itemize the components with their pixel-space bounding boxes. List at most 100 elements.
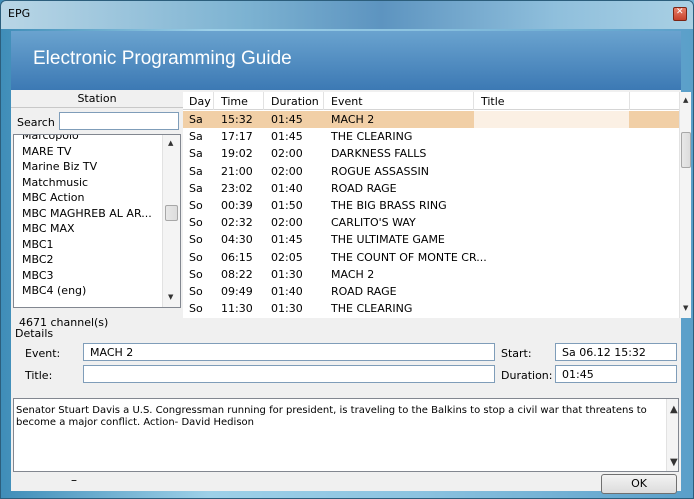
scroll-up-icon[interactable]: ▲ xyxy=(683,96,688,104)
status-dash: – xyxy=(71,473,77,487)
window-title: EPG xyxy=(8,7,31,20)
scroll-down-icon[interactable]: ▼ xyxy=(670,457,693,469)
station-list-item[interactable]: MBC3 xyxy=(22,269,54,282)
title-bar[interactable]: EPG ✕ xyxy=(1,1,693,29)
station-list-item[interactable]: MBC4 (eng) xyxy=(22,284,86,297)
cell-day: Sa xyxy=(189,113,203,126)
scroll-up-icon[interactable]: ▲ xyxy=(670,404,693,416)
table-row[interactable]: Sa 19:02 02:00 DARKNESS FALLS xyxy=(183,145,679,162)
cell-duration: 01:45 xyxy=(271,233,303,247)
cell-day: So xyxy=(189,302,203,316)
table-row[interactable]: So 11:30 01:30 THE CLEARING xyxy=(183,300,679,317)
cell-duration: 01:40 xyxy=(271,285,303,298)
cell-day: So xyxy=(189,250,203,264)
cell-day: Sa xyxy=(189,164,203,178)
cell-duration: 02:00 xyxy=(271,216,303,230)
duration-field[interactable]: 01:45 xyxy=(555,365,677,383)
close-icon: ✕ xyxy=(676,7,684,17)
banner: Electronic Programming Guide xyxy=(11,31,681,90)
cell-day: Sa xyxy=(189,147,203,161)
cell-day: So xyxy=(189,216,203,230)
ok-button[interactable]: OK xyxy=(601,474,677,494)
station-list-item[interactable]: MBC2 xyxy=(22,253,54,266)
scroll-up-icon[interactable]: ▲ xyxy=(168,139,173,147)
table-row[interactable]: Sa 23:02 01:40 ROAD RAGE xyxy=(183,180,679,197)
station-list-scrollbar[interactable]: ▲ ▼ xyxy=(162,135,180,307)
table-header: Day Time Duration Event Title xyxy=(183,92,679,110)
scroll-down-icon[interactable]: ▼ xyxy=(168,293,173,301)
cell-event: THE BIG BRASS RING xyxy=(331,199,447,212)
cell-event: THE CLEARING xyxy=(331,130,413,144)
table-row[interactable]: So 08:22 01:30 MACH 2 xyxy=(183,266,679,283)
col-duration[interactable]: Duration xyxy=(271,95,319,108)
table-row[interactable]: So 09:49 01:40 ROAD RAGE xyxy=(183,283,679,300)
cell-day: So xyxy=(189,233,203,247)
cell-time: 21:00 xyxy=(221,164,253,178)
station-list-item[interactable]: Marine Biz TV xyxy=(22,160,97,173)
cell-event: ROAD RAGE xyxy=(331,285,397,298)
station-list-item[interactable]: MBC1 xyxy=(22,238,54,251)
cell-event: DARKNESS FALLS xyxy=(331,147,427,161)
cell-event: THE CLEARING xyxy=(331,302,413,316)
column-divider xyxy=(629,92,630,110)
description-text: Senator Stuart Davis a U.S. Congressman … xyxy=(16,405,647,428)
cell-time: 02:32 xyxy=(221,216,253,230)
cell-duration: 01:30 xyxy=(271,302,303,316)
col-title[interactable]: Title xyxy=(481,95,505,108)
search-input[interactable] xyxy=(59,112,179,130)
event-field[interactable]: MACH 2 xyxy=(83,343,495,361)
description-scrollbar[interactable]: ▲ ▼ xyxy=(666,399,678,471)
column-divider xyxy=(213,92,214,110)
cell-day: So xyxy=(189,267,203,281)
table-row[interactable]: So 06:15 02:05 THE COUNT OF MONTE CR... xyxy=(183,249,679,266)
cell-event: ROGUE ASSASSIN xyxy=(331,164,429,178)
close-button[interactable]: ✕ xyxy=(673,7,687,21)
table-scrollbar[interactable]: ▲ ▼ xyxy=(679,92,691,318)
table-row[interactable]: Sa 15:32 01:45 MACH 2 xyxy=(183,111,679,128)
cell-event: CARLITO'S WAY xyxy=(331,216,416,230)
station-list-item[interactable]: MBC MAGHREB AL AR... xyxy=(22,207,152,220)
start-field[interactable]: Sa 06.12 15:32 xyxy=(555,343,677,361)
program-table: Day Time Duration Event Title Sa 15:32 01:… xyxy=(183,92,691,318)
cell-time: 06:15 xyxy=(221,250,253,264)
cell-duration: 02:00 xyxy=(271,147,303,161)
table-row[interactable]: Sa 17:17 01:45 THE CLEARING xyxy=(183,128,679,145)
cell-event: THE ULTIMATE GAME xyxy=(331,233,445,247)
col-time[interactable]: Time xyxy=(221,95,248,108)
cell-duration: 01:50 xyxy=(271,199,303,212)
station-list-item[interactable]: MARE TV xyxy=(22,145,71,158)
cell-event: MACH 2 xyxy=(331,113,375,126)
col-event[interactable]: Event xyxy=(331,95,363,108)
cell-time: 17:17 xyxy=(221,130,253,144)
cell-time: 00:39 xyxy=(221,199,253,212)
station-list-item[interactable]: Matchmusic xyxy=(22,176,88,189)
column-divider xyxy=(263,92,264,110)
description-box[interactable]: Senator Stuart Davis a U.S. Congressman … xyxy=(13,398,679,472)
scroll-down-icon[interactable]: ▼ xyxy=(683,304,688,312)
cell-time: 23:02 xyxy=(221,181,253,195)
cell-time: 09:49 xyxy=(221,285,253,298)
table-row[interactable]: So 02:32 02:00 CARLITO'S WAY xyxy=(183,214,679,231)
start-label: Start: xyxy=(501,347,532,360)
cell-time: 19:02 xyxy=(221,147,253,161)
cell-event: ROAD RAGE xyxy=(331,181,397,195)
cell-day: So xyxy=(189,199,203,212)
epg-window: EPG ✕ Electronic Programming Guide Stati… xyxy=(0,0,694,499)
duration-label: Duration: xyxy=(501,369,553,382)
station-list-item[interactable]: MBC Action xyxy=(22,191,84,204)
title-field[interactable] xyxy=(83,365,495,383)
table-row[interactable]: So 04:30 01:45 THE ULTIMATE GAME xyxy=(183,231,679,248)
scroll-thumb[interactable] xyxy=(165,205,178,221)
col-day[interactable]: Day xyxy=(189,95,211,108)
station-list-item[interactable]: Marcopolo xyxy=(22,135,79,142)
cell-time: 04:30 xyxy=(221,233,253,247)
station-list[interactable]: MBC4 (eng) MBC3 MBC2 MBC1 MBC MAX MBC MAGHREB… xyxy=(13,134,181,308)
scroll-thumb[interactable] xyxy=(681,132,691,168)
cell-time: 11:30 xyxy=(221,302,253,316)
cell-duration: 02:00 xyxy=(271,164,303,178)
cell-duration: 01:45 xyxy=(271,130,303,144)
table-row[interactable]: So 00:39 01:50 THE BIG BRASS RING xyxy=(183,197,679,214)
table-row[interactable]: Sa 21:00 02:00 ROGUE ASSASSIN xyxy=(183,163,679,180)
station-list-item[interactable]: MBC MAX xyxy=(22,222,75,235)
selected-title-cell xyxy=(474,111,629,128)
